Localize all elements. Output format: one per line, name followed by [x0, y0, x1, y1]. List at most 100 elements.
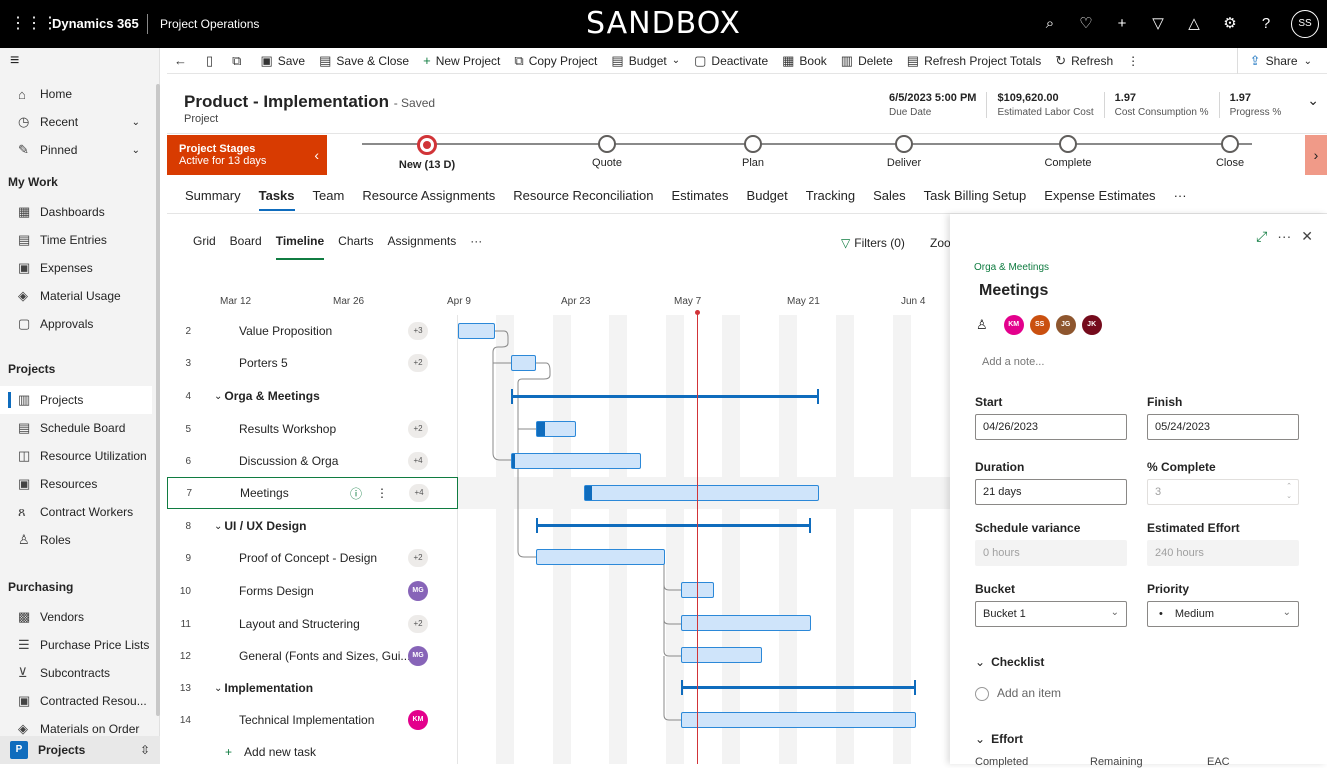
add-task-button[interactable]: + Add new task — [225, 745, 316, 759]
task-row[interactable]: 6 Discussion & Orga +4 — [167, 445, 458, 477]
note-input[interactable]: Add a note... — [982, 356, 1044, 368]
summary-bar[interactable] — [681, 680, 916, 695]
sidebar-item-subcontracts[interactable]: ⊻ Subcontracts — [0, 659, 152, 687]
budget-button[interactable]: ▤ Budget ⌄ — [604, 48, 687, 74]
stage-complete[interactable]: Complete — [1008, 135, 1128, 169]
more-tabs-button[interactable]: ··· — [1174, 178, 1187, 214]
finish-date-field[interactable]: 05/24/2023 — [1147, 414, 1299, 440]
help-icon[interactable]: ? — [1255, 10, 1277, 38]
view-assignments[interactable]: Assignments — [388, 234, 457, 256]
task-name[interactable]: Implementation — [224, 681, 313, 695]
summary-task-row[interactable]: 8 ⌄ UI / UX Design — [167, 510, 458, 542]
assignee-avatar[interactable]: MG — [408, 581, 428, 601]
sidebar-scrollbar[interactable] — [156, 84, 160, 716]
sidebar-item-dashboards[interactable]: ▦ Dashboards — [0, 198, 152, 226]
summary-task-row[interactable]: 4 ⌄ Orga & Meetings — [167, 380, 458, 412]
bucket-dropdown[interactable]: Bucket 1 ⌄ — [975, 601, 1127, 627]
area-switcher[interactable]: P Projects ⇳ — [0, 736, 160, 764]
delete-button[interactable]: ▥ Delete — [834, 48, 900, 74]
stage-new[interactable]: New (13 D) — [367, 135, 487, 171]
task-name[interactable]: Porters 5 — [239, 356, 288, 370]
tab-budget[interactable]: Budget — [747, 178, 788, 214]
start-date-field[interactable]: 04/26/2023 — [975, 414, 1127, 440]
user-avatar[interactable]: SS — [1291, 10, 1319, 38]
assignee-count-badge[interactable]: +2 — [408, 354, 428, 372]
sidebar-item-material-usage[interactable]: ◈ Material Usage — [0, 282, 152, 310]
task-row[interactable]: 3 Porters 5 +2 — [167, 347, 458, 379]
sidebar-item-home[interactable]: ⌂ Home — [0, 80, 152, 108]
sidebar-item-purchase-price-lists[interactable]: ☰ Purchase Price Lists — [0, 631, 152, 659]
task-title[interactable]: Meetings — [979, 282, 1048, 300]
assignee-count-badge[interactable]: +2 — [408, 549, 428, 567]
assignee-count-badge[interactable]: +2 — [408, 615, 428, 633]
share-button[interactable]: ⇪ Share ⌄ — [1236, 48, 1319, 74]
task-row[interactable]: 9 Proof of Concept - Design +2 — [167, 542, 458, 574]
assignee-count-badge[interactable]: +4 — [408, 452, 428, 470]
task-bar[interactable] — [511, 453, 641, 469]
book-button[interactable]: ▦ Book — [775, 48, 834, 74]
task-name[interactable]: Layout and Structering — [239, 617, 360, 631]
tab-task-billing-setup[interactable]: Task Billing Setup — [924, 178, 1027, 214]
sidebar-item-recent[interactable]: ◷ Recent ⌄ — [0, 108, 152, 136]
info-icon[interactable]: ⓘ — [350, 485, 362, 502]
close-icon[interactable]: ✕ — [1301, 228, 1313, 245]
view-charts[interactable]: Charts — [338, 234, 373, 256]
task-row[interactable]: 11 Layout and Structering +2 — [167, 608, 458, 640]
task-name[interactable]: Forms Design — [239, 584, 314, 598]
save-close-button[interactable]: ▤ Save & Close — [312, 48, 416, 74]
checklist-toggle[interactable]: ⌄ Checklist — [975, 655, 1044, 669]
task-row[interactable]: 5 Results Workshop +2 — [167, 413, 458, 445]
deactivate-button[interactable]: ▢ Deactivate — [687, 48, 775, 74]
task-bar[interactable] — [458, 323, 495, 339]
summary-bar[interactable] — [536, 518, 811, 533]
tab-resource-assignments[interactable]: Resource Assignments — [362, 178, 495, 214]
tab-tasks[interactable]: Tasks — [258, 178, 295, 214]
brand-name[interactable]: Dynamics 365 — [52, 16, 139, 31]
zoom-button[interactable]: Zoo — [930, 236, 951, 250]
view-grid[interactable]: Grid — [193, 234, 216, 256]
tab-expense-estimates[interactable]: Expense Estimates — [1044, 178, 1155, 214]
assignee-count-badge[interactable]: +3 — [408, 322, 428, 340]
chevron-right-icon[interactable]: › — [1305, 135, 1327, 175]
sidebar-item-resource-utilization[interactable]: ◫ Resource Utilization — [0, 442, 152, 470]
task-name[interactable]: Discussion & Orga — [239, 454, 338, 468]
task-row[interactable]: 14 Technical Implementation KM — [167, 704, 458, 736]
task-name[interactable]: Proof of Concept - Design — [239, 551, 377, 565]
assignee-avatar[interactable]: KM — [408, 710, 428, 730]
tab-resource-reconciliation[interactable]: Resource Reconciliation — [513, 178, 653, 214]
task-row[interactable]: 2 Value Proposition +3 — [167, 315, 458, 347]
sidebar-item-time-entries[interactable]: ▤ Time Entries — [0, 226, 152, 254]
task-row-selected[interactable]: 7 Meetings ⓘ ⋮ +4 — [167, 477, 458, 509]
form-view-button[interactable]: ▯ — [199, 48, 225, 74]
stage-plan[interactable]: Plan — [693, 135, 813, 169]
save-button[interactable]: ▣ Save — [253, 48, 312, 74]
sidebar-item-approvals[interactable]: ▢ Approvals — [0, 310, 152, 338]
more-views-button[interactable]: ··· — [470, 234, 482, 256]
task-name[interactable]: Meetings — [240, 486, 289, 500]
app-name[interactable]: Project Operations — [160, 17, 259, 31]
task-name[interactable]: Results Workshop — [239, 422, 336, 436]
tab-team[interactable]: Team — [313, 178, 345, 214]
assignee-avatar[interactable]: JG — [1055, 315, 1076, 335]
hamburger-icon[interactable]: ≡ — [10, 52, 19, 70]
assignee-avatar[interactable]: JK — [1081, 315, 1102, 335]
stage-deliver[interactable]: Deliver — [844, 135, 964, 169]
expand-icon[interactable]: ⤢ — [1256, 228, 1267, 245]
percent-complete-field[interactable]: 3 ⌃ ⌄ — [1147, 479, 1299, 505]
search-icon[interactable]: ⌕ — [1039, 10, 1061, 38]
chevron-down-icon[interactable]: ⌄ — [214, 683, 222, 694]
tab-tracking[interactable]: Tracking — [806, 178, 855, 214]
sidebar-item-contract-workers[interactable]: ጸ Contract Workers — [0, 498, 152, 526]
view-timeline[interactable]: Timeline — [275, 234, 325, 260]
filters-button[interactable]: ▽ Filters (0) — [841, 236, 905, 250]
copy-project-button[interactable]: ⧉ Copy Project — [507, 48, 604, 74]
lightbulb-icon[interactable]: ♡ — [1075, 10, 1097, 38]
chevron-left-icon[interactable]: ‹ — [314, 147, 319, 163]
sidebar-item-vendors[interactable]: ▩ Vendors — [0, 603, 152, 631]
tab-sales[interactable]: Sales — [873, 178, 906, 214]
add-checklist-item[interactable]: Add an item — [975, 686, 1061, 701]
summary-bar[interactable] — [511, 389, 819, 404]
task-name[interactable]: Orga & Meetings — [224, 389, 319, 403]
sidebar-item-expenses[interactable]: ▣ Expenses — [0, 254, 152, 282]
task-row[interactable]: 12 General (Fonts and Sizes, Gui... MG — [167, 640, 458, 672]
